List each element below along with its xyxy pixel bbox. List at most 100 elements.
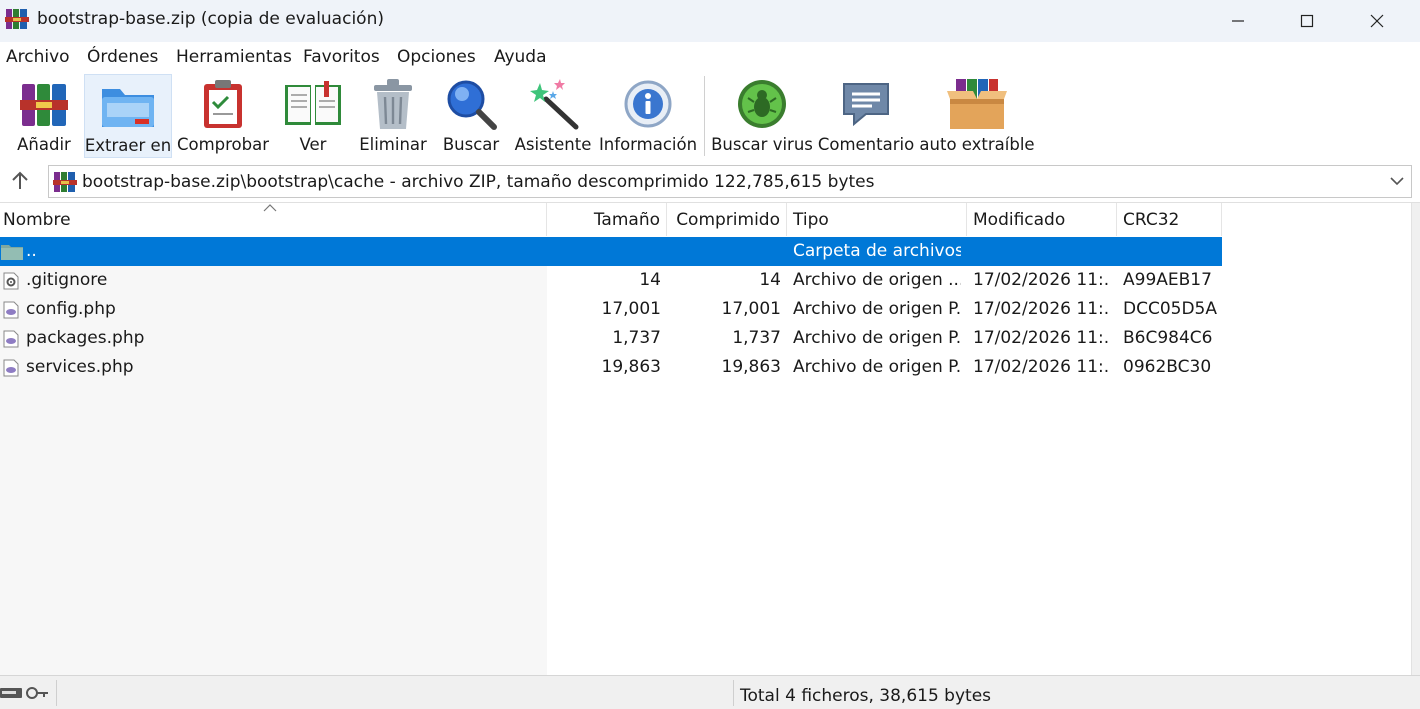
- magnifier-icon: [447, 80, 497, 130]
- minimize-button[interactable]: [1203, 0, 1273, 42]
- up-arrow-icon[interactable]: [8, 169, 32, 193]
- cell-compressed: [667, 237, 781, 266]
- file-list: Nombre Tamaño Comprimido Tipo Modificado…: [0, 202, 1420, 676]
- wizard-button[interactable]: Asistente: [514, 74, 592, 158]
- test-clipboard-icon: [204, 80, 242, 128]
- sfx-label: auto extraíble: [919, 135, 1035, 154]
- cell-size: 1,737: [612, 328, 661, 348]
- cell-size: 17,001: [601, 299, 661, 319]
- virus-scan-icon: [738, 80, 786, 128]
- cell-name: packages.php: [26, 328, 145, 348]
- column-header-name[interactable]: Nombre: [0, 203, 547, 236]
- status-separator: [56, 680, 57, 706]
- cell-type: Archivo de origen P...: [793, 357, 961, 377]
- test-button[interactable]: Comprobar: [176, 74, 270, 158]
- info-label: Información: [598, 135, 698, 154]
- winrar-window: bootstrap-base.zip (copia de evaluación)…: [0, 0, 1420, 709]
- php-file-icon: [3, 301, 19, 319]
- cell-crc: B6C984C6: [1123, 328, 1213, 348]
- close-icon: [1370, 14, 1384, 28]
- cell-compressed: 1,737: [732, 328, 781, 348]
- cell-type: Archivo de origen P...: [793, 328, 961, 348]
- cell-size: 19,863: [601, 357, 661, 377]
- find-button[interactable]: Buscar: [438, 74, 504, 158]
- list-header: Nombre Tamaño Comprimido Tipo Modificado…: [0, 203, 1222, 236]
- column-crc-label: CRC32: [1123, 210, 1180, 230]
- cell-compressed: 17,001: [721, 299, 781, 319]
- column-header-compressed[interactable]: Comprimido: [667, 203, 787, 236]
- view-book-icon: [285, 81, 341, 125]
- test-label: Comprobar: [176, 135, 270, 154]
- drive-key-icon: [0, 687, 48, 699]
- menu-archivo[interactable]: Archivo: [6, 47, 70, 67]
- cell-crc: DCC05D5A: [1123, 299, 1217, 319]
- column-header-crc[interactable]: CRC32: [1117, 203, 1222, 236]
- menu-opciones[interactable]: Opciones: [397, 47, 476, 67]
- folder-up-icon: [1, 245, 23, 260]
- address-bar[interactable]: bootstrap-base.zip\bootstrap\cache - arc…: [48, 165, 1412, 198]
- menu-ayuda[interactable]: Ayuda: [494, 47, 547, 67]
- table-row[interactable]: config.php 17,001 17,001 Archivo de orig…: [0, 295, 1222, 324]
- cell-name: services.php: [26, 357, 134, 377]
- address-row: bootstrap-base.zip\bootstrap\cache - arc…: [0, 160, 1420, 202]
- comment-label: Comentario: [817, 135, 915, 154]
- sfx-button[interactable]: auto extraíble: [919, 74, 1035, 158]
- virus-scan-button[interactable]: Buscar virus: [711, 74, 813, 158]
- wizard-label: Asistente: [514, 135, 592, 154]
- delete-button[interactable]: Eliminar: [358, 74, 428, 158]
- cell-size: [547, 237, 661, 266]
- column-header-type[interactable]: Tipo: [787, 203, 967, 236]
- column-name-label: Nombre: [3, 210, 71, 230]
- cell-modified: 17/02/2026 11:...: [973, 357, 1110, 377]
- cell-name: .gitignore: [26, 270, 108, 290]
- comment-icon: [843, 83, 889, 127]
- menu-favoritos[interactable]: Favoritos: [303, 47, 380, 67]
- cell-modified: [973, 237, 1110, 266]
- maximize-button[interactable]: [1272, 0, 1342, 42]
- column-type-label: Tipo: [793, 210, 829, 230]
- table-row[interactable]: packages.php 1,737 1,737 Archivo de orig…: [0, 324, 1222, 353]
- virus-scan-label: Buscar virus: [711, 135, 813, 154]
- chevron-down-icon[interactable]: [1389, 173, 1405, 189]
- cell-modified: 17/02/2026 11:...: [973, 299, 1110, 319]
- table-row[interactable]: services.php 19,863 19,863 Archivo de or…: [0, 353, 1222, 382]
- winrar-app-icon: [5, 9, 29, 29]
- view-button[interactable]: Ver: [280, 74, 346, 158]
- cell-modified: 17/02/2026 11:...: [973, 270, 1110, 290]
- minimize-icon: [1232, 20, 1244, 22]
- cell-type: Archivo de origen P...: [793, 299, 961, 319]
- column-header-modified[interactable]: Modificado: [967, 203, 1117, 236]
- close-button[interactable]: [1342, 0, 1412, 42]
- window-title: bootstrap-base.zip (copia de evaluación): [37, 9, 384, 29]
- cell-crc: [1123, 237, 1223, 266]
- cell-type: Archivo de origen ...: [793, 270, 961, 290]
- cell-crc: 0962BC30: [1123, 357, 1212, 377]
- comment-button[interactable]: Comentario: [816, 74, 916, 158]
- column-size-label: Tamaño: [593, 210, 660, 230]
- column-modified-label: Modificado: [973, 210, 1066, 230]
- trash-icon: [374, 79, 412, 129]
- extract-to-button[interactable]: Extraer en: [84, 74, 172, 158]
- menu-herramientas[interactable]: Herramientas: [176, 47, 292, 67]
- delete-label: Eliminar: [359, 135, 427, 154]
- address-path: bootstrap-base.zip\bootstrap\cache - arc…: [82, 172, 875, 192]
- maximize-icon: [1300, 14, 1314, 28]
- sort-ascending-icon: [263, 204, 277, 212]
- sfx-box-icon: [947, 79, 1007, 129]
- toolbar-separator: [704, 76, 705, 156]
- table-row[interactable]: .. Carpeta de archivos: [0, 237, 1222, 266]
- cell-size: 14: [639, 270, 661, 290]
- add-archive-icon: [20, 84, 68, 126]
- cell-modified: 17/02/2026 11:...: [973, 328, 1110, 348]
- table-row[interactable]: .gitignore 14 14 Archivo de origen ... 1…: [0, 266, 1222, 295]
- info-button[interactable]: Información: [598, 74, 698, 158]
- extract-to-label: Extraer en: [84, 136, 172, 155]
- menu-ordenes[interactable]: Órdenes: [87, 47, 158, 67]
- settings-file-icon: [3, 272, 19, 290]
- column-header-size[interactable]: Tamaño: [547, 203, 667, 236]
- title-bar: bootstrap-base.zip (copia de evaluación): [0, 0, 1420, 42]
- add-button[interactable]: Añadir: [14, 74, 74, 158]
- vertical-scrollbar[interactable]: [1411, 203, 1420, 676]
- cell-crc: A99AEB17: [1123, 270, 1212, 290]
- cell-name: ..: [26, 241, 37, 261]
